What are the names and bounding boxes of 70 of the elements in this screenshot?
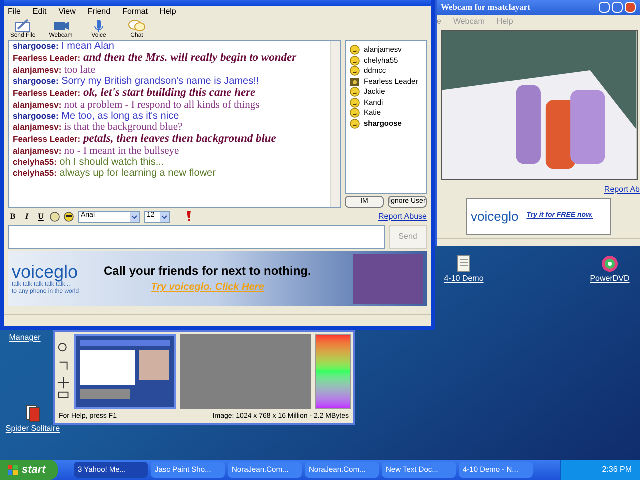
underline-button[interactable]: U — [36, 210, 46, 222]
message-text: ok, let's start building this cane here — [83, 87, 256, 99]
message-text: always up for learning a new flower — [60, 168, 216, 179]
menu-item[interactable]: Format — [122, 6, 148, 18]
bold-button[interactable]: B — [8, 210, 18, 222]
sender-name: Fearless Leader: — [13, 88, 81, 98]
sender-name: chelyha55: — [13, 157, 57, 167]
message-input[interactable] — [8, 225, 385, 249]
smiley-icon — [350, 56, 360, 66]
menu-item[interactable]: View — [58, 6, 76, 18]
playing-cards-icon — [25, 405, 41, 423]
sender-name: Fearless Leader: — [13, 53, 81, 63]
camera-icon — [52, 19, 70, 33]
start-button[interactable]: start — [0, 460, 58, 480]
smiley-icon — [350, 118, 360, 129]
menu-item[interactable]: Friend — [88, 6, 111, 18]
emoticon-icon[interactable] — [50, 212, 60, 222]
message-text: petals, then leaves then background blue — [83, 133, 276, 145]
alert-icon[interactable] — [186, 211, 192, 222]
report-abuse-link[interactable]: Report Abuse — [378, 210, 427, 222]
smiley-icon — [350, 108, 360, 118]
window-title: Webcam for msatclayart — [441, 1, 531, 14]
message-text: oh I should watch this... — [60, 157, 164, 168]
menu-item[interactable]: Help — [160, 6, 176, 18]
desktop-icon-label[interactable]: Spider Solitaire — [6, 423, 60, 435]
desktop-icon-label[interactable]: 4-10 Demo — [444, 273, 484, 285]
sender-name: shargoose: — [13, 111, 59, 121]
ad-logo: voiceglo — [471, 208, 519, 226]
clock: 2:36 PM — [602, 464, 632, 476]
caret-icon — [160, 212, 169, 222]
menu-item[interactable]: File — [8, 6, 21, 18]
desktop-icon-label[interactable]: Manager — [9, 332, 41, 344]
ad-logo: voiceglo — [12, 262, 80, 282]
sunglasses-smiley-icon[interactable] — [64, 212, 74, 222]
menu-item[interactable]: Edit — [32, 6, 47, 18]
speech-bubbles-icon — [128, 19, 146, 33]
smiley-icon — [350, 98, 360, 108]
message-text: Sorry my British grandson's name is James!! — [62, 76, 260, 87]
message-text: Me too, as long as it's nice — [62, 111, 180, 122]
sender-name: alanjamesv: — [13, 146, 62, 156]
pencil-icon — [14, 19, 32, 33]
message-text: not a problem - I respond to all kinds of things — [64, 100, 260, 111]
smiley-icon — [350, 45, 360, 56]
minimize-button[interactable] — [599, 2, 610, 13]
document-icon — [457, 255, 471, 273]
desktop-icon-label[interactable]: PowerDVD — [590, 273, 630, 285]
smiley-icon — [350, 66, 360, 76]
report-abuse-link[interactable]: Report Ab — [604, 184, 640, 196]
windows-logo-icon — [8, 465, 18, 475]
photo-placeholder — [353, 254, 423, 304]
sender-name: Fearless Leader: — [13, 134, 81, 144]
sender-name: shargoose: — [13, 76, 59, 86]
message-text: too late — [64, 65, 96, 76]
italic-button[interactable]: I — [22, 210, 32, 222]
webcam-icon — [350, 76, 360, 87]
sender-name: shargoose: — [13, 41, 59, 51]
maximize-button[interactable] — [612, 2, 623, 13]
message-text: I mean Alan — [62, 41, 114, 52]
message-text: is that the background blue? — [64, 122, 183, 133]
disc-icon — [601, 255, 619, 273]
sender-name: chelyha55: — [13, 168, 57, 178]
smiley-icon — [350, 87, 360, 98]
message-text: and then the Mrs. will really begin to wonder — [83, 52, 297, 64]
sender-name: alanjamesv: — [13, 65, 62, 75]
close-button[interactable] — [625, 2, 636, 13]
caret-icon — [130, 212, 139, 222]
sender-name: alanjamesv: — [13, 122, 62, 132]
message-text: no - I meant in the bullseye — [64, 146, 180, 157]
sender-name: alanjamesv: — [13, 100, 62, 110]
ad-headline: Call your friends for next to nothing. — [104, 263, 312, 280]
